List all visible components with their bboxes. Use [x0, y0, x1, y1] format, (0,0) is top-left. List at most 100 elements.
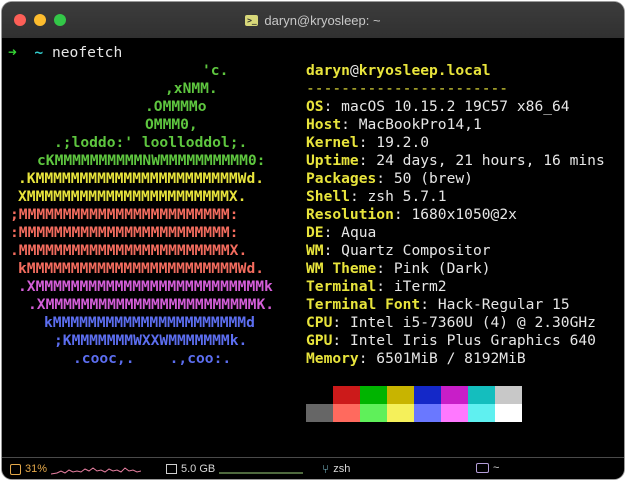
terminal-window: >_ daryn@kryosleep: ~ ➜ ~ neofetch 'c. ,x… — [2, 2, 624, 479]
separator-line: ----------------------- — [306, 80, 509, 97]
info-row: Packages: 50 (brew) — [306, 170, 473, 188]
terminal-icon: >_ — [245, 14, 259, 26]
info-value: Quartz Compositor — [341, 242, 491, 259]
ascii-logo-line: 'c. — [202, 62, 229, 79]
info-colon: : — [376, 170, 394, 187]
info-value: iTerm2 — [393, 278, 447, 295]
info-value: Intel Iris Plus Graphics 640 — [349, 332, 596, 349]
info-value: Aqua — [341, 224, 377, 241]
info-value: 24 days, 21 hours, 16 mins — [376, 152, 605, 169]
info-row: Terminal: iTerm2 — [306, 278, 447, 296]
info-colon: : — [420, 296, 438, 313]
prompt-directory: ~ — [34, 44, 44, 61]
ascii-logo-line: :MMMMMMMMMMMMMMMMMMMMMMMM: — [10, 224, 239, 241]
info-key: Memory — [306, 350, 359, 367]
memory-icon — [166, 464, 177, 474]
info-row: Resolution: 1680x1050@2x — [306, 206, 517, 224]
color-block-bright-2 — [360, 404, 387, 422]
ascii-logo-line: .XMMMMMMMMMMMMMMMMMMMMMMMMMMk — [18, 278, 273, 295]
info-key: Terminal — [306, 278, 377, 295]
info-row: Terminal Font: Hack-Regular 15 — [306, 296, 570, 314]
color-blocks-bright — [306, 404, 522, 422]
color-block-normal-0 — [306, 386, 333, 404]
color-block-bright-1 — [333, 404, 360, 422]
ascii-logo-line: kMMMMMMMMMMMMMMMMMMMMMMMMWd. — [18, 260, 265, 277]
info-colon: : — [376, 260, 394, 277]
ascii-logo-line: .cooc,. .,coo:. — [73, 350, 232, 367]
memory-sparkline — [219, 472, 304, 474]
info-value: zsh 5.7.1 — [367, 188, 447, 205]
info-row: WM: Quartz Compositor — [306, 242, 491, 260]
ascii-logo-line: OMMM0, — [145, 116, 198, 133]
folder-icon — [476, 463, 489, 473]
info-row: OS: macOS 10.15.2 19C57 x86_64 — [306, 98, 570, 116]
info-key: WM Theme — [306, 260, 377, 277]
info-key: CPU — [306, 314, 333, 331]
color-block-bright-6 — [468, 404, 495, 422]
info-key: GPU — [306, 332, 333, 349]
info-key: WM — [306, 242, 324, 259]
prompt-arrow: ➜ — [8, 44, 17, 61]
info-key: Resolution — [306, 206, 394, 223]
cpu-sparkline — [51, 467, 142, 475]
ascii-logo-line: .;loddo:' loolloddol;. — [54, 134, 248, 151]
info-value: Intel i5-7360U (4) @ 2.30GHz — [349, 314, 596, 331]
info-value: Hack-Regular 15 — [437, 296, 570, 313]
info-value: MacBookPro14,1 — [358, 116, 482, 133]
info-key: Packages — [306, 170, 377, 187]
directory-value: ~ — [493, 462, 500, 474]
color-block-bright-0 — [306, 404, 333, 422]
prompt-line: ➜ ~ neofetch — [8, 44, 122, 62]
color-block-normal-7 — [495, 386, 522, 404]
info-colon: : — [393, 206, 412, 223]
info-row: CPU: Intel i5-7360U (4) @ 2.30GHz — [306, 314, 596, 332]
info-key: Host — [306, 116, 342, 133]
ascii-logo-line: ;KMMMMMMMWXXWMMMMMMMk. — [54, 332, 248, 349]
ascii-logo-line: kMMMMMMMMMMMMMMMMMMMMMMd — [44, 314, 255, 331]
info-value: macOS 10.15.2 19C57 x86_64 — [341, 98, 570, 115]
info-colon: : — [349, 188, 368, 205]
color-block-bright-7 — [495, 404, 522, 422]
color-block-bright-3 — [387, 404, 414, 422]
info-colon: : — [332, 332, 350, 349]
memory-status[interactable]: 5.0 GB — [166, 462, 304, 476]
shell-status[interactable]: ⑂ zsh — [322, 462, 350, 476]
info-key: Uptime — [306, 152, 359, 169]
info-row: Kernel: 19.2.0 — [306, 134, 429, 152]
ascii-logo-line: .MMMMMMMMMMMMMMMMMMMMMMMMX. — [10, 242, 248, 259]
color-block-normal-1 — [333, 386, 360, 404]
cpu-status[interactable]: 31% — [10, 462, 142, 476]
title-bar[interactable]: >_ daryn@kryosleep: ~ — [2, 2, 624, 38]
color-block-normal-2 — [360, 386, 387, 404]
color-block-normal-6 — [468, 386, 495, 404]
info-colon: : — [358, 152, 377, 169]
info-value: Pink (Dark) — [393, 260, 491, 277]
window-title: daryn@kryosleep: ~ — [264, 12, 381, 28]
cpu-value: 31% — [25, 463, 48, 475]
memory-value: 5.0 GB — [181, 463, 216, 475]
info-key: Kernel — [306, 134, 359, 151]
info-colon: : — [332, 314, 350, 331]
info-key: Terminal Font — [306, 296, 421, 313]
ascii-logo-line: ,xNMM. — [165, 80, 218, 97]
color-block-bright-5 — [441, 404, 468, 422]
shell-value: zsh — [333, 463, 351, 475]
info-colon: : — [323, 224, 342, 241]
info-colon: : — [341, 116, 359, 133]
color-block-normal-3 — [387, 386, 414, 404]
info-row: GPU: Intel Iris Plus Graphics 640 — [306, 332, 596, 350]
info-colon: : — [358, 350, 377, 367]
info-value: 50 (brew) — [393, 170, 473, 187]
info-key: Shell — [306, 188, 350, 205]
ascii-logo-line: .OMMMMo — [145, 98, 207, 115]
info-row: Memory: 6501MiB / 8192MiB — [306, 350, 526, 368]
ascii-logo-line: ;MMMMMMMMMMMMMMMMMMMMMMMM: — [10, 206, 239, 223]
branch-icon: ⑂ — [322, 462, 330, 476]
info-colon: : — [323, 98, 342, 115]
color-block-normal-4 — [414, 386, 441, 404]
info-colon: : — [323, 242, 342, 259]
directory-status[interactable]: ~ — [476, 462, 499, 474]
info-key: DE — [306, 224, 324, 241]
info-row: DE: Aqua — [306, 224, 376, 242]
info-key: OS — [306, 98, 324, 115]
